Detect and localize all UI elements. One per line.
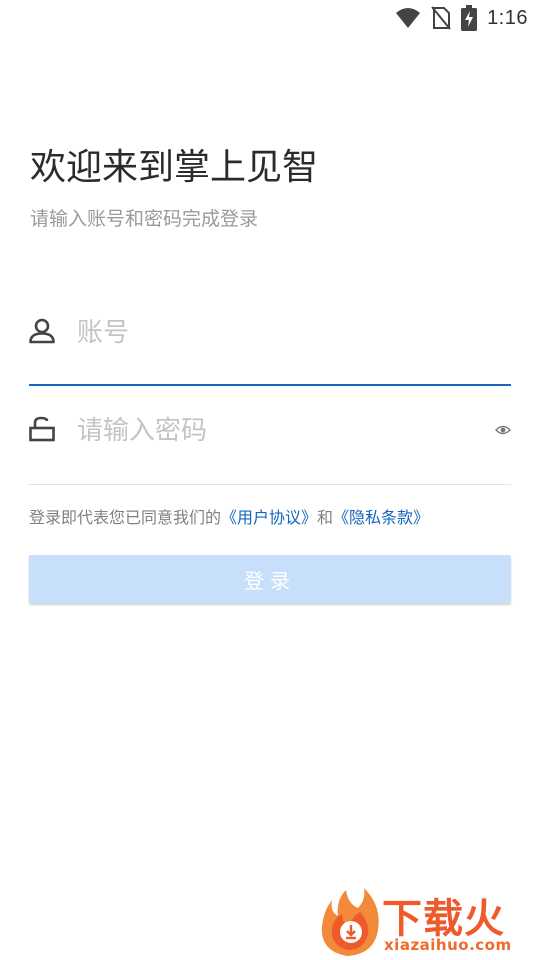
status-time: 1:16 (487, 6, 528, 29)
wifi-icon (396, 8, 421, 28)
flame-logo-icon (321, 888, 379, 956)
status-icons: 1:16 (395, 4, 528, 32)
eye-icon[interactable] (495, 422, 511, 438)
watermark-url: xiazaihuo.com (384, 936, 512, 954)
password-field (29, 398, 511, 485)
agreement-joiner: 和 (317, 508, 334, 527)
watermark-logo: 下载火 xiazaihuo.com (318, 886, 540, 960)
user-agreement-link[interactable]: 《用户协议》 (221, 508, 317, 527)
login-button[interactable]: 登录 (29, 555, 511, 603)
agreement-prefix: 登录即代表您已同意我们的 (29, 508, 222, 527)
status-bar: 1:16 (0, 0, 540, 36)
account-input[interactable] (75, 308, 479, 358)
battery-charging-icon (461, 5, 478, 31)
user-icon (29, 318, 55, 348)
page-title: 欢迎来到掌上见智 (30, 147, 319, 188)
no-sim-icon (431, 6, 451, 30)
lock-icon (29, 416, 55, 446)
account-field (29, 300, 511, 386)
privacy-terms-link[interactable]: 《隐私条款》 (333, 508, 429, 527)
agreement-text: 登录即代表您已同意我们的《用户协议》和《隐私条款》 (29, 504, 429, 528)
password-input[interactable] (75, 406, 479, 456)
page-subtitle: 请输入账号和密码完成登录 (30, 208, 259, 230)
